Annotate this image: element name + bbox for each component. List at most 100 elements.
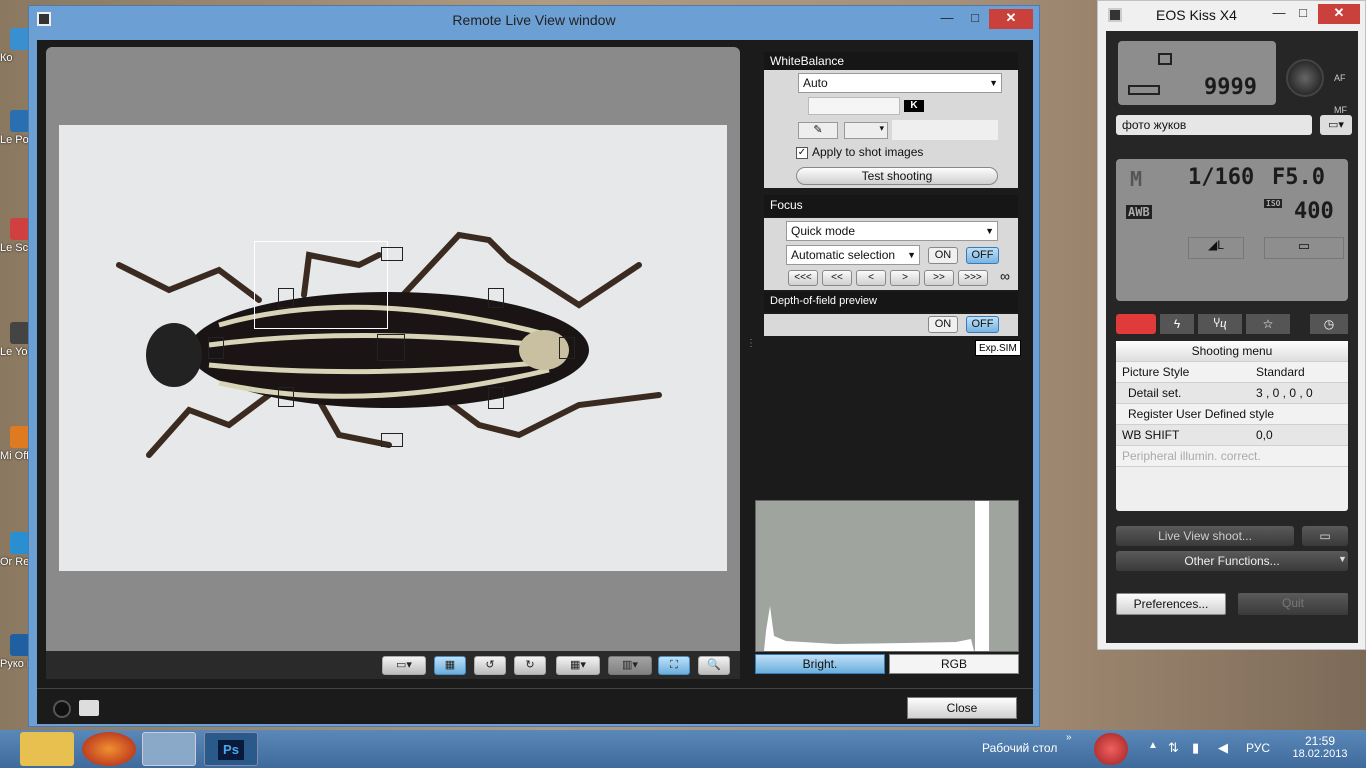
quit-button[interactable]: Quit (1238, 593, 1348, 615)
focus-near-small-button[interactable]: < (856, 270, 886, 286)
mode-value[interactable]: M (1130, 167, 1142, 191)
splitter-handle[interactable]: ⋮ (746, 338, 756, 350)
movie-icon[interactable]: ▭ (1302, 526, 1348, 546)
focus-off-button[interactable]: OFF (966, 247, 999, 264)
clock-date: 18.02.2013 (1292, 748, 1348, 760)
preferences-button[interactable]: Preferences... (1116, 593, 1226, 615)
exposure-lcd[interactable]: M 1/160 F5.0 AWB ISO 400 ◢L ▭ (1116, 159, 1348, 301)
toolbar-chevron-icon[interactable]: » (1066, 732, 1072, 743)
histogram (755, 500, 1019, 652)
shots-remaining: 9999 (1204, 75, 1257, 100)
af-point-select[interactable]: Automatic selection ▼ (786, 245, 920, 265)
remote-live-view-window: Remote Live View window — □ ✕ ▭▾ ▦ ↺ ↻ ▦… (28, 5, 1040, 727)
af-point[interactable] (488, 387, 504, 409)
af-point[interactable] (381, 247, 403, 261)
live-view-toolbar: ▭▾ ▦ ↺ ↻ ▦▾ ▥▾ ⛶ 🔍 (46, 651, 740, 679)
wb-preset-select[interactable]: ▾ (844, 122, 888, 139)
focus-mode-select[interactable]: Quick mode ▼ (786, 221, 998, 241)
menu-row-picture-style[interactable]: Picture Style Standard (1116, 362, 1348, 383)
apply-checkbox[interactable]: ✓ (796, 147, 808, 159)
explorer-icon[interactable] (20, 732, 74, 766)
af-point[interactable] (488, 288, 504, 308)
shooting-menu: Shooting menu Picture Style Standard Deta… (1116, 341, 1348, 511)
shutter-value[interactable]: 1/160 (1188, 165, 1254, 190)
maximize-button[interactable]: □ (961, 9, 989, 29)
network-icon[interactable]: ⇅ (1168, 740, 1179, 756)
af-display-button[interactable]: ▦ (434, 656, 466, 675)
minimize-button[interactable]: — (1268, 4, 1290, 24)
histogram-graph (764, 501, 989, 651)
live-view-area (46, 47, 740, 651)
folder-field[interactable]: фото жуков (1116, 115, 1312, 135)
camera-icon[interactable] (79, 700, 99, 716)
af-point[interactable] (278, 387, 294, 407)
wb-value[interactable]: AWB (1126, 205, 1152, 219)
shooting-tab-icon[interactable] (1116, 314, 1156, 334)
dof-on-button[interactable]: ON (928, 316, 958, 333)
quality-icon[interactable]: ◢L (1188, 237, 1244, 259)
aperture-value[interactable]: F5.0 (1272, 165, 1325, 190)
other-functions-button[interactable]: Other Functions... (1116, 551, 1348, 571)
photoshop-icon[interactable]: Ps (204, 732, 258, 766)
zoom-icon[interactable]: 🔍 (698, 656, 730, 675)
close-window-button[interactable]: ✕ (989, 9, 1033, 29)
my-menu-tab-icon[interactable]: ☆ (1246, 314, 1290, 334)
live-view-icon[interactable]: ▭ (1264, 237, 1344, 259)
eos-utility-taskbar-icon[interactable] (142, 732, 196, 766)
battery-icon (1128, 85, 1160, 95)
rotate-left-icon[interactable]: ↺ (474, 656, 506, 675)
app-tray-icon[interactable] (1094, 733, 1128, 765)
kelvin-input[interactable] (808, 97, 900, 115)
dof-panel: ON OFF (764, 314, 1018, 336)
folder-icon[interactable]: ▭▾ (1320, 115, 1352, 135)
menu-row-detail-set[interactable]: Detail set. 3 , 0 , 0 , 0 (1116, 383, 1348, 404)
focus-far-small-button[interactable]: > (890, 270, 920, 286)
maximize-button[interactable]: □ (1292, 4, 1314, 24)
histogram-rgb-tab[interactable]: RGB (889, 654, 1019, 674)
flash-tab-icon[interactable]: ϟ (1160, 314, 1194, 334)
live-view-shoot-button[interactable]: Live View shoot... (1116, 526, 1294, 546)
rotate-right-icon[interactable]: ↻ (514, 656, 546, 675)
af-point[interactable] (381, 433, 403, 447)
test-shooting-button[interactable]: Test shooting (796, 167, 998, 185)
eos-title: EOS Kiss X4 (1156, 7, 1237, 23)
record-icon[interactable] (53, 700, 71, 718)
fit-screen-button[interactable]: ⛶ (658, 656, 690, 675)
clock[interactable]: 21:59 18.02.2013 (1290, 734, 1350, 760)
dof-off-button[interactable]: OFF (966, 316, 999, 333)
app-icon (1108, 8, 1122, 22)
af-point[interactable] (559, 337, 575, 359)
focus-far-medium-button[interactable]: >> (924, 270, 954, 286)
language-indicator[interactable]: РУС (1246, 741, 1270, 755)
eyedropper-icon[interactable]: ✎ (798, 122, 838, 139)
iso-value[interactable]: 400 (1294, 199, 1334, 224)
zoom-frame[interactable] (254, 241, 388, 329)
aspect-button[interactable]: ▥▾ (608, 656, 652, 675)
volume-icon[interactable]: ◀ (1218, 740, 1228, 756)
focus-on-button[interactable]: ON (928, 247, 958, 264)
focus-near-medium-button[interactable]: << (822, 270, 852, 286)
minimize-button[interactable]: — (933, 9, 961, 29)
af-label: AF (1334, 73, 1346, 83)
exp-sim-badge: Exp.SIM (975, 340, 1021, 356)
close-window-button[interactable]: ✕ (1318, 4, 1360, 24)
capture-mode-button[interactable]: ▭▾ (382, 656, 426, 675)
shutter-button[interactable] (1286, 59, 1324, 97)
grid-button[interactable]: ▦▾ (556, 656, 600, 675)
tray-up-icon[interactable]: ▲ (1148, 740, 1158, 751)
histogram-bright-tab[interactable]: Bright. (755, 654, 885, 674)
focus-far-large-button[interactable]: >>> (958, 270, 988, 286)
setup-tab-icon[interactable]: Ⴤⴗ (1198, 314, 1242, 334)
af-point[interactable] (377, 334, 405, 361)
firefox-icon[interactable] (82, 732, 136, 766)
desktop-toolbar-label[interactable]: Рабочий стол (982, 741, 1057, 755)
af-point[interactable] (208, 337, 224, 359)
signal-icon[interactable]: ▮ (1192, 740, 1199, 756)
close-button[interactable]: Close (907, 697, 1017, 719)
menu-row-register-style[interactable]: Register User Defined style (1116, 404, 1348, 425)
wb-mode-select[interactable]: Auto ▼ (798, 73, 1002, 93)
timer-tab-icon[interactable]: ◷ (1310, 314, 1348, 334)
af-point[interactable] (278, 288, 294, 308)
menu-row-wb-shift[interactable]: WB SHIFT 0,0 (1116, 425, 1348, 446)
focus-near-large-button[interactable]: <<< (788, 270, 818, 286)
